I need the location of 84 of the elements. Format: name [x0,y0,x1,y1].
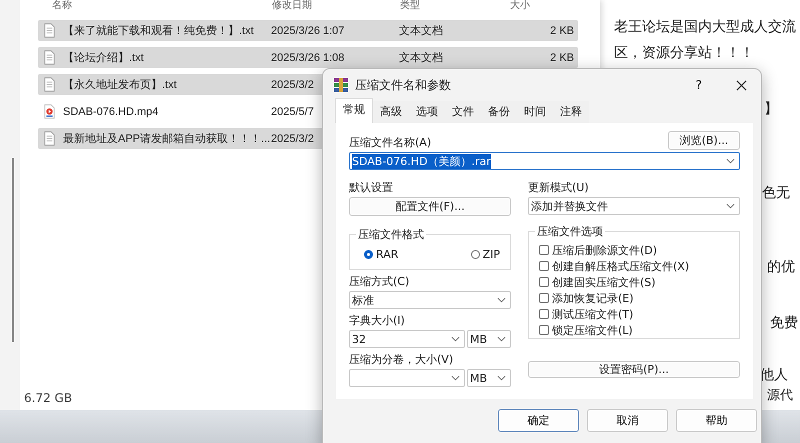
unit-dropdown[interactable]: MB [467,369,511,387]
password-button[interactable]: 设置密码(P)... [528,361,740,378]
document-text: 老王论坛是国内大型成人交流 [614,18,796,37]
file-name: 【论坛介绍】.txt [63,50,145,65]
unit-dropdown[interactable]: MB [467,330,511,348]
option-label: 创建自解压格式压缩文件(X) [552,258,690,274]
text-file-icon [44,50,55,65]
file-size: 2 KB [550,24,574,36]
file-name: 【永久地址发布页】.txt [63,78,178,92]
checkbox-option[interactable]: 压缩后删除源文件(D) [539,242,739,258]
modified-date: 2025/3/26 1:07 [271,24,344,36]
file-size: 2 KB [550,52,574,64]
checkbox-option[interactable]: 创建自解压格式压缩文件(X) [539,258,739,274]
profiles-button[interactable]: 配置文件(F)... [349,197,511,216]
document-text: 的优 [767,258,795,277]
document-text: 区，资源分享站！！！ [614,44,754,63]
field-label: 更新模式(U) [528,180,589,195]
status-text: 6.72 GB [24,391,72,405]
browse-button[interactable]: 浏览(B)... [668,131,740,150]
modified-date: 2025/5/7 [271,106,314,118]
update-mode-dropdown[interactable]: 添加并替换文件 [528,197,740,215]
modified-date: 2025/3/26 1:08 [271,52,344,64]
volume-size-dropdown[interactable] [349,369,465,387]
document-text: 】 [764,100,778,119]
field-label: 压缩为分卷，大小(V) [349,352,454,367]
text-file-icon [44,77,55,92]
column-header[interactable]: 类型 [400,0,510,12]
file-row[interactable]: 【论坛介绍】.txt 2025/3/26 1:08 文本文档 2 KB [38,47,578,68]
chevron-down-icon [451,375,460,381]
modified-date: 2025/3/2 [271,78,314,90]
group-label: 压缩文件选项 [535,224,605,239]
chevron-down-icon [726,158,735,164]
option-label: ZIP [482,248,500,260]
option-label: 创建固实压缩文件(S) [552,274,656,290]
dictionary-dropdown[interactable]: 32 [349,330,465,348]
radio-option[interactable]: RAR [364,248,398,260]
field-label: 默认设置 [349,180,393,195]
video-file-icon [44,104,55,119]
close-icon[interactable] [736,80,747,90]
modified-date: 2025/3/2 [271,132,314,144]
option-label: 锁定压缩文件(L) [552,322,633,338]
field-label: 压缩文件名称(A) [349,135,432,150]
dialog-button[interactable]: 确定 [498,409,579,432]
file-name: 【来了就能下载和观看！纯免费！】.txt [63,24,255,38]
document-text: 他人 [760,366,788,385]
group-label: 压缩文件格式 [356,227,426,242]
file-row[interactable]: 【来了就能下载和观看！纯免费！】.txt 2025/3/26 1:07 文本文档 2 KB [38,20,578,41]
document-text: 色无 [762,184,790,203]
help-button[interactable]: ? [696,78,702,92]
checkbox-option[interactable]: 测试压缩文件(T) [539,306,739,322]
option-label: 测试压缩文件(T) [552,306,634,322]
file-name: SDAB-076.HD.mp4 [63,106,160,118]
dialog-button[interactable]: 取消 [587,409,668,432]
document-text: 源代 [767,387,793,405]
dialog-title: 压缩文件名和参数 [355,76,452,94]
field-label: 压缩方式(C) [349,274,410,289]
field-label: 字典大小(I) [349,313,405,328]
chevron-down-icon [451,336,460,342]
archive-stack-icon [333,77,349,93]
document-text: 免费 [770,314,798,333]
column-header[interactable]: 大小 [510,0,570,12]
chevron-down-icon [497,336,506,342]
dialog-button[interactable]: 帮助 [676,409,757,432]
chevron-down-icon [497,297,506,303]
radio-option[interactable]: ZIP [470,248,500,260]
column-header[interactable]: 名称 [38,0,272,12]
text-file-icon [44,131,55,146]
file-name: 最新地址及APP请发邮箱自动获取！！！... [63,132,271,146]
checkbox-option[interactable]: 锁定压缩文件(L) [539,322,739,338]
column-header[interactable]: 修改日期 [272,0,400,12]
checkbox-option[interactable]: 添加恢复记录(E) [539,290,739,306]
option-label: RAR [376,248,398,260]
option-label: 添加恢复记录(E) [552,290,634,306]
tab[interactable]: 常规 [335,98,373,123]
chevron-down-icon [497,375,506,381]
archive-name-field[interactable]: SDAB-076.HD（美颜）.rar [349,152,740,170]
text-file-icon [44,23,55,38]
method-dropdown[interactable]: 标准 [349,291,511,309]
file-type: 文本文档 [399,50,444,65]
file-type: 文本文档 [399,24,444,38]
option-label: 压缩后删除源文件(D) [552,242,658,258]
scrollbar[interactable] [12,158,14,342]
checkbox-option[interactable]: 创建固实压缩文件(S) [539,274,739,290]
chevron-down-icon [726,203,735,209]
